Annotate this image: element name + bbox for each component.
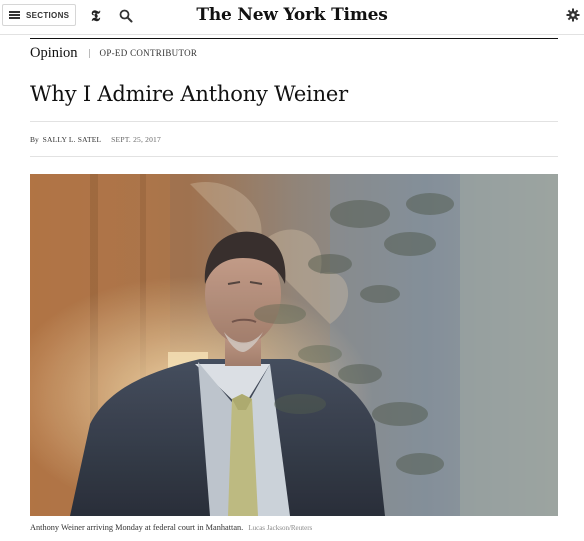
sections-label: SECTIONS [26, 10, 70, 20]
byline: By SALLY L. SATEL SEPT. 25, 2017 [30, 135, 161, 144]
kicker: Opinion OP-ED CONTRIBUTOR [30, 39, 558, 67]
nyt-t-logo[interactable]: 𝕿 [91, 7, 100, 25]
headline: Why I Admire Anthony Weiner [30, 82, 348, 106]
opinion-link[interactable]: Opinion [30, 45, 78, 62]
byline-prefix: By [30, 135, 39, 144]
kicker-divider [88, 48, 90, 58]
sections-button[interactable]: SECTIONS [2, 4, 76, 26]
masthead-wrapper: The New York Times [0, 5, 584, 25]
gear-icon[interactable] [566, 8, 580, 22]
byline-divider [30, 156, 558, 157]
article-header: Opinion OP-ED CONTRIBUTOR Why I Admire A… [30, 38, 558, 157]
top-navigation-bar: SECTIONS 𝕿 The New York Times [0, 0, 584, 35]
photo-credit: Lucas Jackson/Reuters [248, 524, 313, 532]
search-icon[interactable] [119, 9, 133, 23]
hamburger-icon [9, 11, 20, 19]
photo-caption: Anthony Weiner arriving Monday at federa… [30, 523, 570, 532]
publish-date: SEPT. 25, 2017 [111, 135, 161, 144]
section-link[interactable]: OP-ED CONTRIBUTOR [100, 48, 198, 58]
lead-photo-image [30, 174, 558, 516]
masthead-logo[interactable]: The New York Times [196, 5, 387, 25]
caption-text: Anthony Weiner arriving Monday at federa… [30, 523, 244, 532]
headline-divider [30, 121, 558, 122]
author-link[interactable]: SALLY L. SATEL [43, 135, 102, 144]
lead-photo[interactable] [30, 174, 558, 516]
